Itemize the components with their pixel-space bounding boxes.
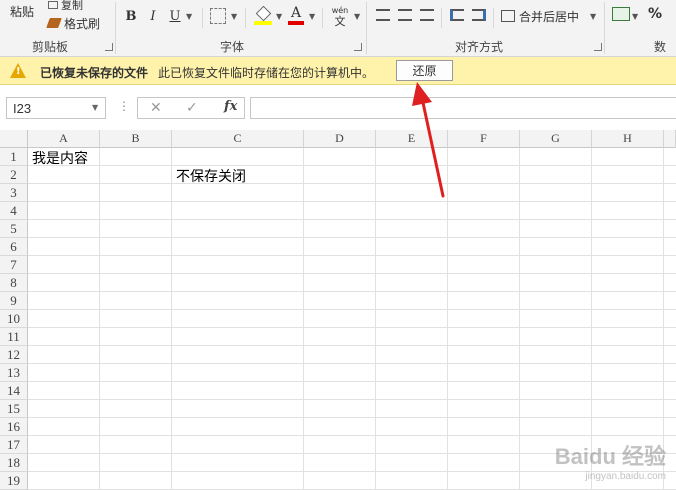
column-gridline	[375, 148, 376, 490]
format-painter-button[interactable]: 格式刷	[46, 14, 100, 32]
row-header-7[interactable]: 7	[0, 256, 28, 274]
column-gridline	[303, 148, 304, 490]
column-gridline	[99, 148, 100, 490]
divider	[604, 2, 605, 54]
row-header-4[interactable]: 4	[0, 202, 28, 220]
divider	[322, 8, 323, 28]
row-header-14[interactable]: 14	[0, 382, 28, 400]
merge-center-button[interactable]: 合并后居中	[501, 6, 579, 26]
row-header-16[interactable]: 16	[0, 418, 28, 436]
row-header-2[interactable]: 2	[0, 166, 28, 184]
paste-button[interactable]: 粘贴	[4, 2, 40, 20]
column-header-g[interactable]: G	[520, 130, 592, 148]
font-launcher-icon[interactable]	[354, 43, 362, 51]
fill-color-button[interactable]	[254, 5, 272, 26]
copy-icon	[48, 1, 58, 9]
restore-button[interactable]: 还原	[396, 60, 453, 81]
row-header-17[interactable]: 17	[0, 436, 28, 454]
divider	[366, 2, 367, 54]
divider	[245, 8, 246, 28]
number-format-icon[interactable]	[612, 7, 630, 21]
cell-a1[interactable]: 我是内容	[32, 148, 88, 168]
warning-icon-mark: !	[16, 66, 21, 77]
row-header-5[interactable]: 5	[0, 220, 28, 238]
clipboard-launcher-icon[interactable]	[105, 43, 113, 51]
increase-indent-icon[interactable]	[472, 9, 486, 21]
column-header-filler	[664, 130, 676, 148]
align-center-icon[interactable]	[398, 9, 412, 21]
alignment-launcher-icon[interactable]	[594, 43, 602, 51]
align-left-icon[interactable]	[376, 9, 390, 21]
formula-input[interactable]	[250, 97, 676, 119]
enter-icon[interactable]: ✓	[186, 100, 198, 116]
watermark: Baidu 经验 jingyan.baidu.com	[554, 444, 666, 482]
font-color-bar	[288, 21, 304, 25]
column-header-h[interactable]: H	[592, 130, 664, 148]
fill-dropdown-icon[interactable]: ▼	[276, 12, 282, 21]
column-gridline	[171, 148, 172, 490]
align-right-icon[interactable]	[420, 9, 434, 21]
row-header-6[interactable]: 6	[0, 238, 28, 256]
italic-button[interactable]: I	[144, 7, 162, 25]
row-header-11[interactable]: 11	[0, 328, 28, 346]
column-gridline	[519, 148, 520, 490]
row-header-3[interactable]: 3	[0, 184, 28, 202]
font-color-dropdown-icon[interactable]: ▼	[309, 12, 315, 21]
column-header-f[interactable]: F	[448, 130, 520, 148]
paint-bucket-icon	[255, 5, 271, 21]
copy-button[interactable]: 复制	[48, 0, 83, 10]
row-header-19[interactable]: 19	[0, 472, 28, 490]
cell-c2[interactable]: 不保存关闭	[176, 166, 246, 186]
column-header-a[interactable]: A	[28, 130, 100, 148]
worksheet-grid: ABCDEFGH 1 2 3 4 5 6 7 8 9 10 11 12 13 14 15 16 17 18 19 我…	[0, 130, 676, 490]
merge-dropdown-icon[interactable]: ▼	[590, 12, 596, 21]
column-gridline	[447, 148, 448, 490]
number-format-dropdown-icon[interactable]: ▼	[632, 12, 638, 21]
insert-function-button[interactable]: fx	[224, 99, 237, 114]
decrease-indent-icon[interactable]	[450, 9, 464, 21]
row-header-12[interactable]: 12	[0, 346, 28, 364]
merge-icon	[501, 10, 515, 22]
divider	[202, 8, 203, 28]
row-header-18[interactable]: 18	[0, 454, 28, 472]
font-color-button[interactable]: A	[288, 4, 304, 26]
alignment-group-label: 对齐方式	[455, 40, 504, 54]
formula-buttons: ✕ ✓ fx	[137, 97, 245, 119]
more-icon[interactable]: ⋮	[118, 99, 130, 113]
select-all-corner[interactable]	[0, 130, 28, 148]
clipboard-group-label: 剪贴板	[32, 40, 69, 54]
underline-button[interactable]: U	[166, 7, 184, 25]
column-header-e[interactable]: E	[376, 130, 448, 148]
row-header-1[interactable]: 1	[0, 148, 28, 166]
phonetic-guide-button[interactable]: wén 文	[329, 4, 351, 28]
message-text: 此已恢复文件临时存储在您的计算机中。	[158, 66, 375, 80]
phonetic-dropdown-icon[interactable]: ▼	[354, 12, 360, 21]
message-title: 已恢复未保存的文件	[40, 66, 149, 80]
bold-button[interactable]: B	[122, 7, 140, 25]
font-group-label: 字体	[220, 40, 245, 54]
row-header-13[interactable]: 13	[0, 364, 28, 382]
column-header-d[interactable]: D	[304, 130, 376, 148]
divider	[115, 2, 116, 54]
border-button[interactable]	[210, 8, 226, 24]
formula-bar: I23 ▼ ⋮ ✕ ✓ fx	[0, 86, 676, 130]
underline-dropdown-icon[interactable]: ▼	[186, 12, 192, 21]
column-header-b[interactable]: B	[100, 130, 172, 148]
column-header-c[interactable]: C	[172, 130, 304, 148]
recovery-message-bar: ! 已恢复未保存的文件 此已恢复文件临时存储在您的计算机中。 还原	[0, 57, 676, 85]
name-box[interactable]: I23	[6, 97, 106, 119]
divider	[441, 8, 442, 28]
cancel-icon[interactable]: ✕	[150, 100, 162, 116]
brush-icon	[46, 18, 62, 28]
ribbon: 粘贴 复制 格式刷 剪贴板 B I U ▼ ▼ ▼ A ▼ wén 文 ▼ 字体	[0, 0, 676, 71]
row-header-15[interactable]: 15	[0, 400, 28, 418]
name-box-dropdown-icon[interactable]: ▼	[92, 103, 98, 112]
row-header-8[interactable]: 8	[0, 274, 28, 292]
row-header-10[interactable]: 10	[0, 310, 28, 328]
border-dropdown-icon[interactable]: ▼	[231, 12, 237, 21]
divider	[493, 8, 494, 28]
row-header-9[interactable]: 9	[0, 292, 28, 310]
percent-button[interactable]: %	[648, 6, 662, 22]
